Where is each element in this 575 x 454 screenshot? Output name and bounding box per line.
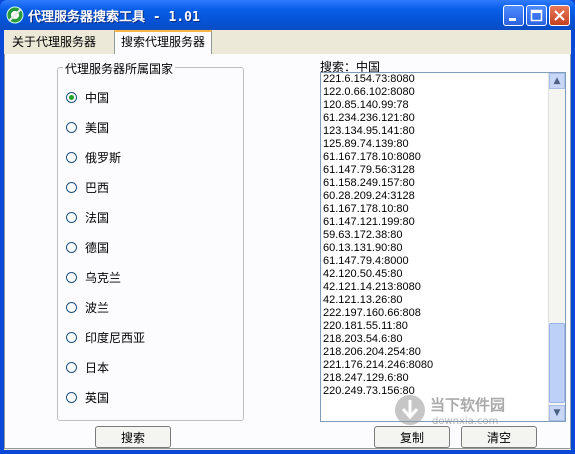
country-option-label: 乌克兰 (85, 270, 122, 285)
proxy-list-item[interactable]: 61.147.79.4:8000 (323, 255, 433, 268)
tab-about-proxy[interactable]: 关于代理服务器 (6, 32, 102, 53)
client-area: 关于代理服务器 搜索代理服务器 代理服务器所属国家 中国美国俄罗斯巴西法国德国乌… (4, 30, 571, 450)
country-option-label: 法国 (85, 210, 110, 225)
proxy-list-item[interactable]: 59.63.172.38:80 (323, 229, 433, 242)
radio-button-icon[interactable] (66, 271, 77, 283)
country-option[interactable]: 法国 (66, 209, 109, 225)
proxy-list-item[interactable]: 60.28.209.24:3128 (323, 190, 433, 203)
country-option-label: 英国 (85, 390, 110, 405)
country-option-label: 印度尼西亚 (85, 330, 146, 345)
proxy-list-item[interactable]: 218.203.54.6:80 (323, 333, 433, 346)
watermark-text: 当下软件园 (430, 396, 505, 414)
radio-button-icon[interactable] (66, 91, 77, 103)
proxy-list-item[interactable]: 222.197.160.66:808 (323, 307, 433, 320)
country-option-label: 波兰 (85, 300, 110, 315)
radio-button-icon[interactable] (66, 151, 77, 163)
country-option-label: 日本 (85, 360, 110, 375)
country-option[interactable]: 印度尼西亚 (66, 329, 145, 345)
country-option[interactable]: 巴西 (66, 179, 109, 195)
radio-button-icon[interactable] (66, 181, 77, 193)
radio-button-icon[interactable] (66, 241, 77, 253)
radio-button-icon[interactable] (66, 391, 77, 403)
title-bar[interactable]: 代理服务器搜索工具 - 1.01 (0, 0, 575, 30)
tab-search-proxy[interactable]: 搜索代理服务器 (114, 30, 213, 55)
app-icon (6, 6, 24, 24)
country-option[interactable]: 英国 (66, 389, 109, 405)
proxy-results-list[interactable]: 221.6.154.73:8080 122.0.66.102:8080 120.85… (320, 72, 566, 422)
minimize-icon (509, 18, 516, 21)
proxy-list-item[interactable]: 61.167.178.10:80 (323, 203, 433, 216)
proxy-list-item[interactable]: 42.120.50.45:80 (323, 268, 433, 281)
window-title: 代理服务器搜索工具 - 1.01 (28, 10, 200, 25)
radio-button-icon[interactable] (66, 211, 77, 223)
scroll-up-arrow-icon[interactable]: ▲ (549, 73, 565, 89)
radio-button-icon[interactable] (66, 331, 77, 343)
country-option[interactable]: 德国 (66, 239, 109, 255)
country-option[interactable]: 日本 (66, 359, 109, 375)
proxy-list-item[interactable]: 61.234.236.121:80 (323, 112, 433, 125)
proxy-list-item[interactable]: 122.0.66.102:8080 (323, 86, 433, 99)
proxy-list-item[interactable]: 61.158.249.157:80 (323, 177, 433, 190)
app-window: 代理服务器搜索工具 - 1.01 关于代理服务器 搜索代理服务器 代理服务器所属… (0, 0, 575, 454)
watermark-logo: 当下软件园 downxia.com (390, 390, 560, 430)
results-scrollbar[interactable]: ▲ ▼ (548, 73, 565, 421)
proxy-list-item[interactable]: 221.176.214.246:8080 (323, 359, 433, 372)
country-option-label: 巴西 (85, 180, 110, 195)
proxy-list-item[interactable]: 61.167.178.10:8080 (323, 151, 433, 164)
proxy-list-item[interactable]: 42.121.14.213:8080 (323, 281, 433, 294)
proxy-list-item[interactable]: 60.13.131.90:80 (323, 242, 433, 255)
tab-strip: 关于代理服务器 搜索代理服务器 (4, 30, 571, 55)
country-groupbox: 代理服务器所属国家 中国美国俄罗斯巴西法国德国乌克兰波兰印度尼西亚日本英国 (57, 60, 244, 421)
radio-button-icon[interactable] (66, 121, 77, 133)
country-option[interactable]: 乌克兰 (66, 269, 121, 285)
close-button[interactable] (549, 5, 570, 26)
country-option-label: 俄罗斯 (85, 150, 122, 165)
proxy-list-item[interactable]: 61.147.121.199:80 (323, 216, 433, 229)
search-button[interactable]: 搜索 (95, 426, 171, 448)
proxy-list-item[interactable]: 123.134.95.141:80 (323, 125, 433, 138)
close-icon (554, 10, 565, 21)
country-option-label: 德国 (85, 240, 110, 255)
proxy-list-item[interactable]: 218.247.129.6:80 (323, 372, 433, 385)
proxy-list-item[interactable]: 220.181.55.11:80 (323, 320, 433, 333)
proxy-list-item[interactable]: 125.89.74.139:80 (323, 138, 433, 151)
proxy-list-item[interactable]: 42.121.13.26:80 (323, 294, 433, 307)
minimize-button[interactable] (503, 5, 524, 26)
country-option[interactable]: 波兰 (66, 299, 109, 315)
country-option[interactable]: 中国 (66, 89, 109, 105)
proxy-list-item[interactable]: 218.206.204.254:80 (323, 346, 433, 359)
country-option[interactable]: 美国 (66, 119, 109, 135)
country-option-label: 中国 (85, 90, 110, 105)
country-group-title: 代理服务器所属国家 (63, 60, 176, 77)
proxy-list-item[interactable]: 221.6.154.73:8080 (323, 73, 433, 86)
maximize-button[interactable] (526, 5, 547, 26)
watermark-sub: downxia.com (432, 416, 498, 427)
maximize-icon (530, 9, 543, 22)
proxy-list-item[interactable]: 120.85.140.99:78 (323, 99, 433, 112)
country-option[interactable]: 俄罗斯 (66, 149, 121, 165)
country-option-label: 美国 (85, 120, 110, 135)
proxy-list-item[interactable]: 61.147.79.56:3128 (323, 164, 433, 177)
radio-button-icon[interactable] (66, 361, 77, 373)
radio-button-icon[interactable] (66, 301, 77, 313)
